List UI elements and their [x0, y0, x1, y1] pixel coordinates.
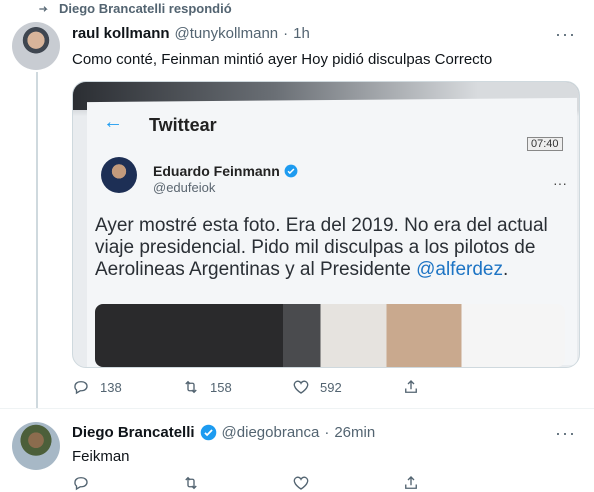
tweet-header: Diego Brancatelli @diegobranca · 26min — [72, 424, 375, 441]
embedded-title: Twittear — [149, 115, 217, 135]
embedded-clock: 07:40 — [527, 137, 563, 151]
separator-dot: · — [283, 25, 289, 42]
reply-count: 138 — [100, 379, 122, 395]
author-handle[interactable]: @tunykollmann — [175, 25, 279, 42]
author-name[interactable]: raul kollmann — [72, 25, 170, 42]
reply-button[interactable]: 138 — [72, 378, 182, 396]
share-icon — [405, 380, 417, 393]
heart-icon — [293, 476, 309, 490]
retweet-button[interactable] — [182, 474, 292, 492]
retweet-icon — [185, 476, 197, 490]
retweet-icon — [185, 380, 197, 394]
avatar[interactable] — [12, 22, 60, 70]
reply-context-text: Diego Brancatelli respondió — [59, 1, 232, 16]
heart-icon — [293, 380, 309, 394]
embedded-mention-suffix: . — [502, 259, 509, 280]
share-icon — [405, 476, 417, 489]
reply-button[interactable] — [72, 474, 182, 492]
retweet-count: 158 — [210, 379, 232, 395]
reply-icon — [74, 477, 88, 491]
embedded-mention: @alferdez — [416, 259, 503, 280]
tweet-divider — [0, 408, 594, 409]
tweet-media-image[interactable]: ← Twittear 07:40 Eduardo Feinmann @edufe… — [72, 81, 580, 368]
tweet-text: Como conté, Feinman mintió ayer Hoy pidi… — [72, 51, 493, 68]
tweet-text: Feikman — [72, 448, 130, 465]
retweet-button[interactable]: 158 — [182, 378, 292, 396]
more-options-button[interactable]: ··· — [555, 423, 576, 444]
avatar[interactable] — [12, 422, 60, 470]
back-arrow-icon: ← — [103, 111, 123, 133]
tweet-header: raul kollmann @tunykollmann · 1h — [72, 25, 310, 42]
reply-icon — [74, 381, 88, 395]
like-count: 592 — [320, 379, 342, 395]
verified-badge-icon — [284, 164, 298, 178]
thread-line — [36, 72, 38, 408]
like-button[interactable]: 592 — [292, 378, 402, 396]
embedded-more-icon: ··· — [553, 175, 567, 191]
reply-context: Diego Brancatelli respondió — [37, 1, 232, 16]
embedded-photo — [95, 304, 565, 367]
timestamp[interactable]: 26min — [334, 424, 375, 441]
tweet-actions — [72, 474, 512, 492]
tweet-actions: 138 158 592 — [72, 378, 512, 396]
embedded-author-handle: @edufeiok — [153, 180, 216, 195]
share-button[interactable] — [402, 474, 512, 492]
photographed-screen: ← Twittear 07:40 Eduardo Feinmann @edufe… — [73, 82, 579, 367]
timestamp[interactable]: 1h — [293, 25, 310, 42]
embedded-author: Eduardo Feinmann — [153, 163, 298, 179]
reply-context-icon — [39, 5, 48, 12]
embedded-author-name: Eduardo Feinmann — [153, 163, 280, 179]
embedded-tweet-text: Ayer mostré esta foto. Era del 2019. No … — [95, 215, 565, 281]
author-name[interactable]: Diego Brancatelli — [72, 424, 195, 441]
share-button[interactable] — [402, 378, 512, 396]
like-button[interactable] — [292, 474, 402, 492]
more-options-button[interactable]: ··· — [555, 24, 576, 45]
embedded-avatar — [101, 157, 137, 193]
separator-dot: · — [324, 424, 330, 441]
verified-badge-icon — [200, 424, 216, 441]
author-handle[interactable]: @diegobranca — [222, 424, 320, 441]
